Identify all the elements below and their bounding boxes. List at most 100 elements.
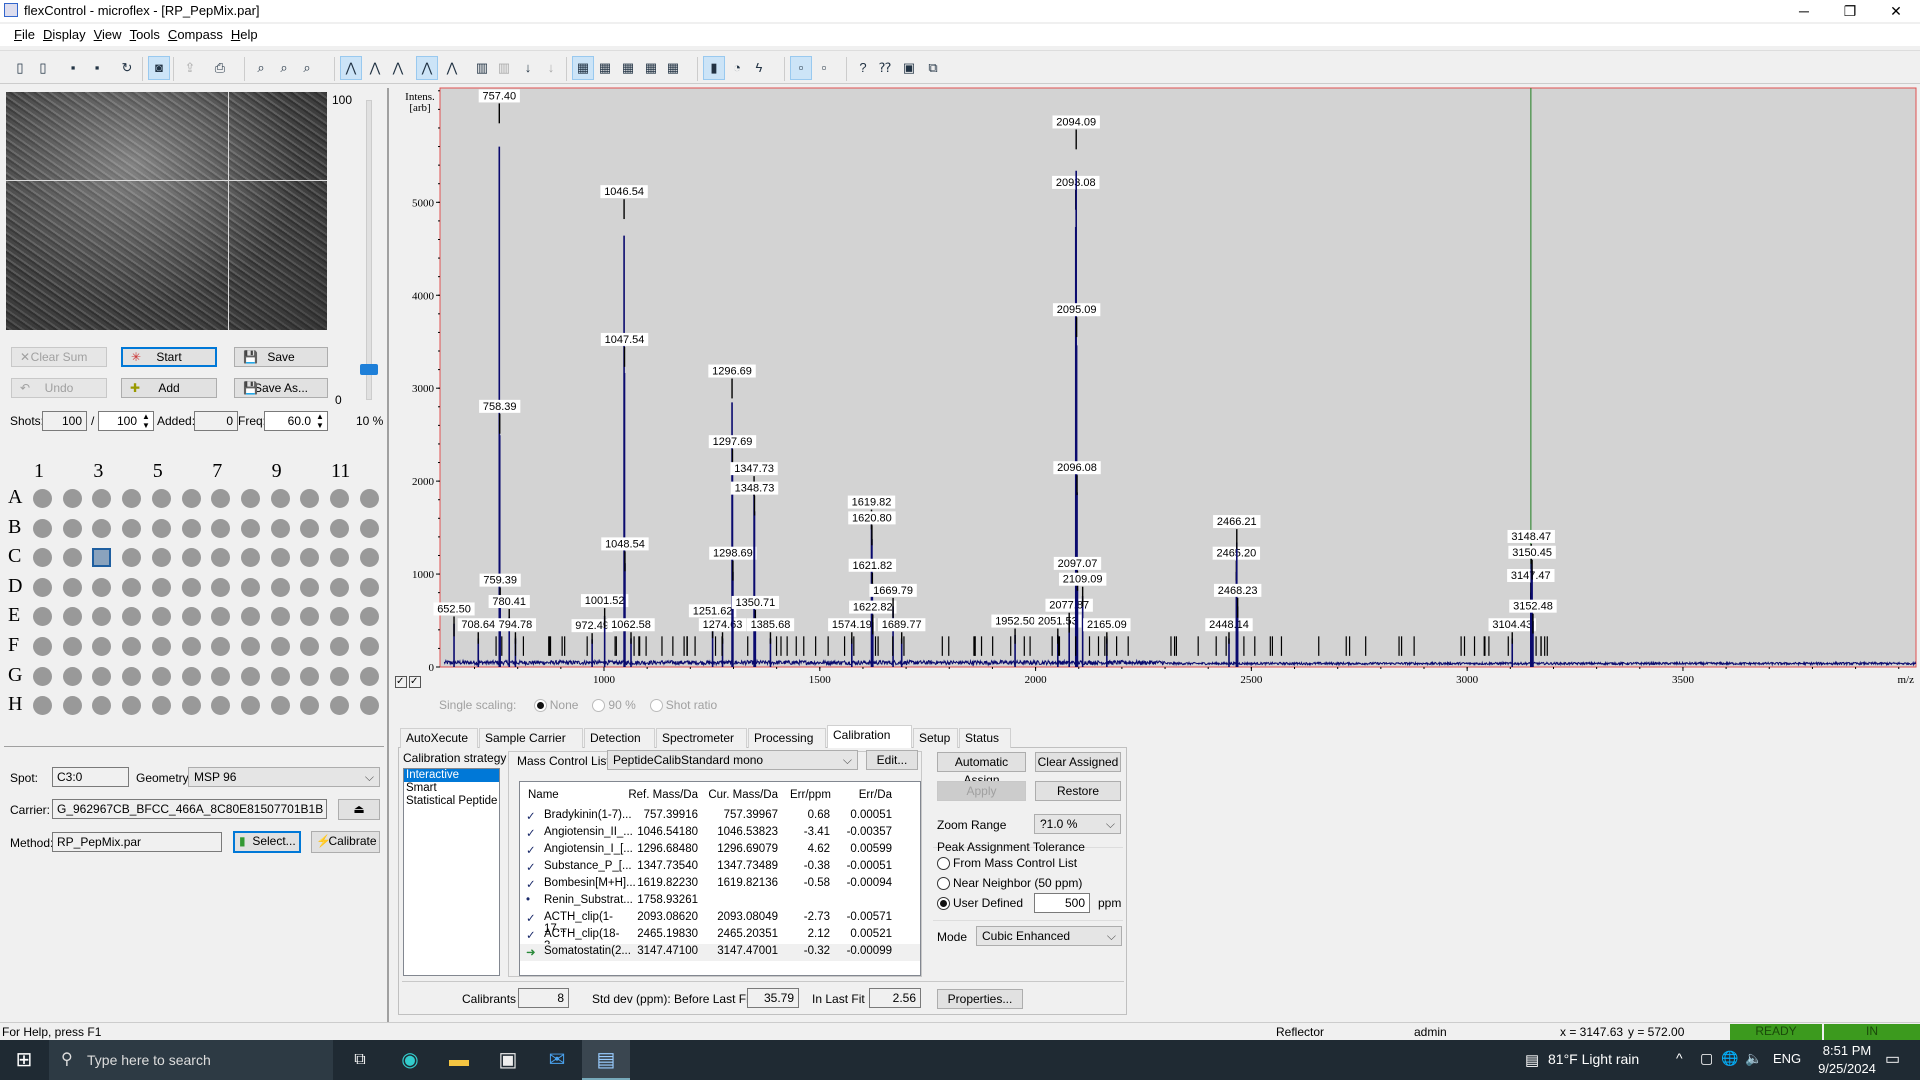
peak-down-icon[interactable]: ⋀ [387, 56, 409, 80]
strategy-item[interactable]: Statistical Peptide [404, 795, 499, 808]
calibrant-table[interactable]: Name Ref. Mass/Da Cur. Mass/Da Err/ppm Err/D… [519, 781, 921, 976]
plate-spot[interactable] [270, 489, 290, 508]
peak-label-icon[interactable]: ⋀ [416, 56, 438, 80]
apply-button[interactable]: Apply [937, 781, 1026, 801]
plate-spot[interactable] [151, 666, 171, 686]
geometry-dropdown[interactable]: MSP 96 ⌵ [188, 767, 380, 787]
open-method-icon[interactable]: ▯ [9, 56, 31, 80]
plate-spot[interactable] [300, 548, 320, 568]
plate-spot[interactable] [270, 577, 290, 597]
plate-spot[interactable] [92, 666, 112, 686]
store-icon[interactable]: ▣ [484, 1040, 532, 1080]
menu-compass[interactable]: Compass [164, 24, 227, 45]
plate-spot[interactable] [62, 518, 82, 538]
automatic-assign-button[interactable]: Automatic Assign [937, 752, 1026, 787]
panel-left-icon[interactable]: ▫ [790, 56, 812, 80]
bar-spectrum-2-icon[interactable]: ▥ [493, 56, 515, 80]
overlay-checkbox-2[interactable]: ✓ [409, 676, 421, 688]
plate-spot[interactable] [151, 548, 171, 568]
table-row[interactable]: ✓ Bombesin[M+H]... 1619.82230 1619.82136 -0.… [520, 876, 920, 893]
plate-spot[interactable] [359, 548, 379, 568]
monitor-icon[interactable]: ▣ [898, 56, 920, 80]
plate-spot[interactable] [330, 518, 349, 538]
clear-assigned-button[interactable]: Clear Assigned [1035, 752, 1121, 772]
plate-spot[interactable] [33, 607, 52, 627]
flash-icon[interactable]: ϟ [748, 56, 770, 80]
arrow-down-2-icon[interactable]: ↓ [540, 56, 562, 80]
table-row[interactable]: ✓ACTH_clip(18-3...2465.198302465.203512.… [520, 927, 920, 952]
table-row[interactable]: ➜ Somatostatin(2... 3147.47100 3147.47001 -0… [520, 944, 920, 961]
plate-spot[interactable] [270, 548, 290, 568]
column-header[interactable]: Err/Da [842, 789, 892, 801]
notifications-icon[interactable]: ▭ [1885, 1049, 1900, 1069]
bar-spectrum-icon[interactable]: ▥ [471, 56, 493, 80]
plate-spot[interactable] [181, 607, 201, 627]
table-row[interactable]: ✓ ACTH_clip(1-17... 2093.08620 2093.08049 -2… [520, 910, 920, 935]
plate-spot[interactable] [181, 666, 201, 686]
edit-mcl-button[interactable]: Edit... [866, 750, 918, 770]
scaling-option[interactable]: 90 % [592, 698, 636, 713]
properties-button[interactable]: Properties... [937, 989, 1023, 1009]
volume-icon[interactable]: 🔈 [1745, 1050, 1762, 1067]
plate-spot[interactable] [300, 607, 320, 627]
column-header[interactable]: Err/ppm [790, 789, 831, 801]
column-header[interactable]: Name [528, 789, 618, 801]
clear-sum-button[interactable]: ✕ Clear Sum [11, 347, 107, 367]
plate-spot[interactable] [211, 696, 231, 716]
plate-spot[interactable] [122, 548, 142, 568]
menu-tools[interactable]: Tools [126, 24, 164, 45]
taskbar-search-box[interactable]: ⚲ Type here to search [49, 1040, 333, 1080]
camera-icon[interactable]: ◙ [148, 56, 170, 80]
plate-spot[interactable] [270, 637, 290, 656]
plate-spot[interactable] [240, 548, 260, 568]
strategy-item[interactable]: Smart [404, 782, 499, 795]
strategy-list[interactable]: Interactive Smart Statistical Peptide [403, 768, 500, 976]
open-file-icon[interactable]: ▯ [32, 56, 54, 80]
window-icon[interactable]: ⧉ [922, 56, 944, 80]
arrow-down-icon[interactable]: ↓ [517, 56, 539, 80]
column-header[interactable]: Ref. Mass/Da [628, 789, 698, 801]
tab-calibration[interactable]: Calibration [827, 725, 912, 748]
plate-spot[interactable] [270, 666, 290, 686]
plate-spot[interactable] [211, 666, 231, 686]
tab-setup[interactable]: Setup [913, 728, 958, 748]
tolerance-radio[interactable] [937, 877, 950, 891]
selected-spot[interactable] [92, 548, 112, 568]
plate-spot[interactable] [330, 489, 349, 508]
restore-button[interactable]: Restore [1035, 781, 1121, 801]
tab-processing[interactable]: Processing [748, 728, 826, 748]
layout-2-icon[interactable]: ▦ [594, 56, 616, 80]
zoom-range-dropdown[interactable]: ?1.0 % ⌵ [1034, 814, 1121, 834]
plate-spot[interactable] [240, 696, 260, 716]
plate-spot[interactable] [300, 696, 320, 716]
column-header[interactable]: Cur. Mass/Da [708, 789, 778, 801]
plate-spot[interactable] [240, 607, 260, 627]
plate-spot[interactable] [240, 577, 260, 597]
plate-spot[interactable] [62, 696, 82, 716]
plate-spot[interactable] [151, 577, 171, 597]
overlay-checkbox-1[interactable]: ✓ [395, 676, 407, 688]
restore-button[interactable]: ❐ [1827, 0, 1873, 22]
save-as-button[interactable]: 💾 Save As... [234, 378, 328, 398]
tolerance-radio[interactable] [937, 857, 950, 871]
laser-slider-thumb[interactable] [360, 364, 378, 375]
plate-spot[interactable] [33, 637, 52, 656]
plate-spot[interactable] [300, 577, 320, 597]
plate-spot[interactable] [122, 666, 142, 686]
plate-spot[interactable] [122, 696, 142, 716]
plate-spot[interactable] [62, 548, 82, 568]
peak-pick-icon[interactable]: ⋀ [340, 56, 362, 80]
plate-spot[interactable] [33, 489, 52, 508]
weather-icon[interactable]: ▤ [1525, 1051, 1539, 1069]
tab-sample-carrier[interactable]: Sample Carrier [479, 728, 583, 748]
plate-spot[interactable] [122, 489, 142, 508]
plate-spot[interactable] [62, 637, 82, 656]
minimize-button[interactable]: ─ [1781, 0, 1827, 22]
timer-icon[interactable]: ◔ [726, 56, 748, 80]
network-icon[interactable]: 🌐 [1721, 1050, 1738, 1067]
plate-spot[interactable] [92, 696, 112, 716]
start-button[interactable]: ✳ Start [121, 347, 217, 367]
plate-spot[interactable] [211, 637, 231, 656]
tolerance-option[interactable]: Near Neighbor (50 ppm) [937, 876, 1082, 891]
plate-spot[interactable] [211, 548, 231, 568]
